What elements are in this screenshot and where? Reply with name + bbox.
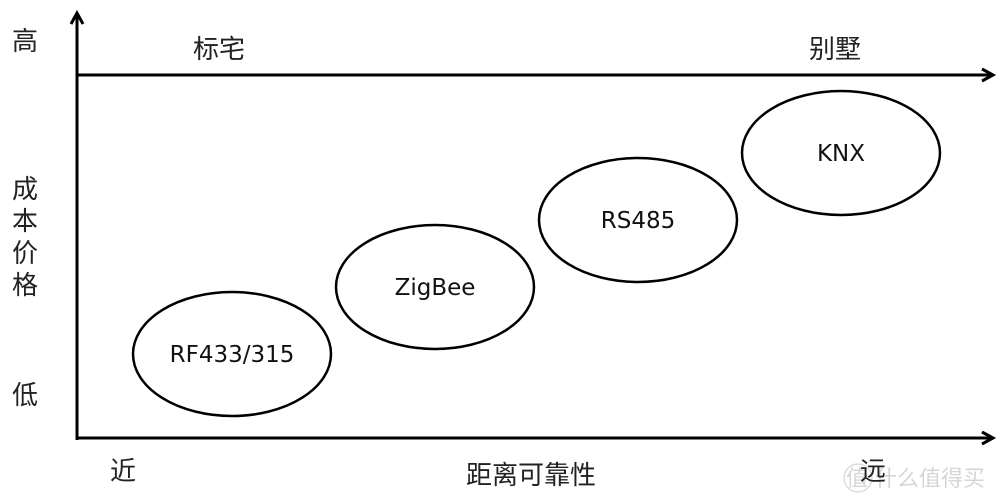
node-knx: KNX — [740, 89, 942, 217]
top-right-label: 别墅 — [809, 35, 861, 65]
svg-text:什么值得买: 什么值得买 — [875, 467, 985, 492]
node-label: KNX — [817, 141, 865, 167]
top-left-label: 标宅 — [193, 35, 245, 65]
node-label: ZigBee — [395, 275, 476, 301]
x-axis-title: 距离可靠性 — [466, 461, 596, 491]
y-axis-title: 成本价格 — [12, 175, 38, 301]
node-rs485: RS485 — [537, 156, 739, 284]
node-zigbee: ZigBee — [334, 223, 536, 351]
x-far-label: 远 — [860, 457, 886, 487]
y-high-label: 高 — [12, 27, 38, 57]
diagram-canvas: 高 成本价格 低 标宅 别墅 近 距离可靠性 值 什么值得买 远 RF433/3… — [12, 9, 997, 493]
y-low-label: 低 — [12, 381, 38, 411]
node-rf433-315: RF433/315 — [131, 290, 333, 418]
node-label: RS485 — [601, 208, 675, 234]
x-near-label: 近 — [110, 457, 136, 487]
node-label: RF433/315 — [170, 342, 295, 368]
svg-text:成本价格: 成本价格 — [12, 175, 38, 301]
